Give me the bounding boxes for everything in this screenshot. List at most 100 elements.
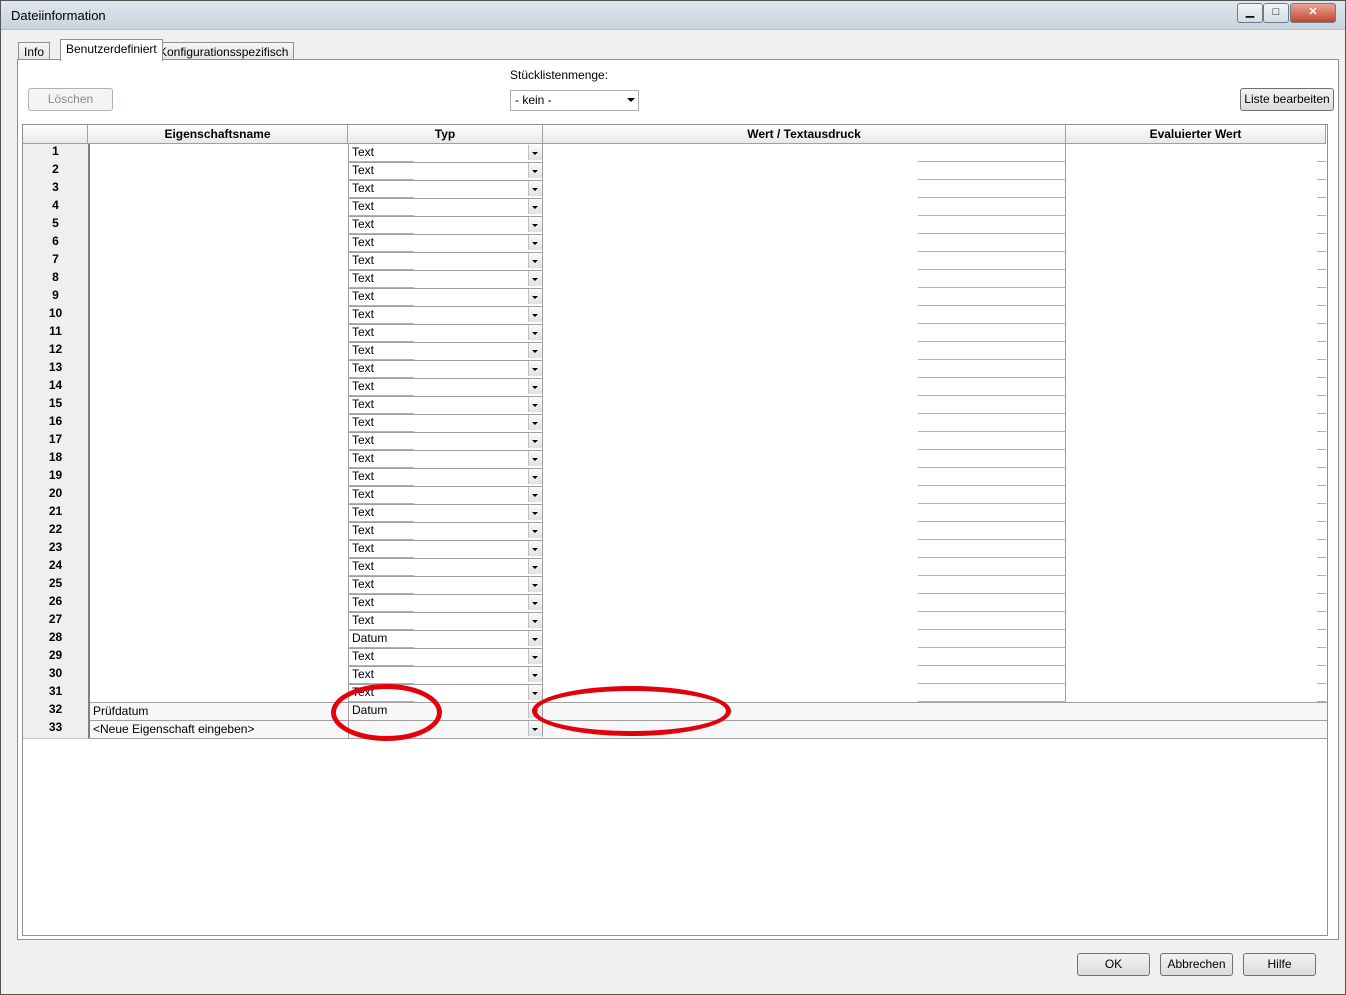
type-select[interactable]: Text	[348, 522, 543, 541]
dropdown-button[interactable]	[528, 631, 542, 646]
row-number[interactable]: 17	[23, 432, 90, 451]
dropdown-button[interactable]	[528, 145, 542, 160]
row-number[interactable]: 22	[23, 522, 90, 541]
value-cell[interactable]	[543, 486, 1066, 504]
row-number[interactable]: 31	[23, 684, 90, 703]
dropdown-button[interactable]	[528, 271, 542, 286]
row-number[interactable]: 23	[23, 540, 90, 559]
type-select[interactable]: Text	[348, 234, 543, 253]
value-cell[interactable]	[543, 144, 1066, 162]
row-number[interactable]: 6	[23, 234, 90, 253]
property-name-cell[interactable]	[90, 504, 414, 522]
dropdown-button[interactable]	[528, 289, 542, 304]
minimize-button[interactable]: ▁	[1237, 3, 1263, 23]
dropdown-button[interactable]	[528, 649, 542, 664]
row-number[interactable]: 18	[23, 450, 90, 469]
property-name-cell[interactable]	[90, 414, 414, 432]
dropdown-button[interactable]	[528, 667, 542, 682]
property-name-cell[interactable]	[90, 180, 414, 198]
type-select[interactable]: Text	[348, 306, 543, 325]
type-select[interactable]: Text	[348, 396, 543, 415]
dropdown-button[interactable]	[528, 469, 542, 484]
type-select[interactable]: Text	[348, 666, 543, 685]
property-name-cell[interactable]	[90, 342, 414, 360]
value-cell[interactable]	[543, 162, 1066, 180]
property-name-cell[interactable]: Prüfdatum	[90, 702, 347, 720]
type-select[interactable]: Text	[348, 414, 543, 433]
dropdown-button[interactable]	[528, 199, 542, 214]
type-select[interactable]: Text	[348, 450, 543, 469]
type-select[interactable]: Text	[348, 144, 543, 163]
property-name-cell[interactable]	[90, 198, 414, 216]
dropdown-button[interactable]	[528, 541, 542, 556]
row-number[interactable]: 7	[23, 252, 90, 271]
dropdown-button[interactable]	[528, 181, 542, 196]
help-button[interactable]: Hilfe	[1243, 953, 1316, 976]
value-cell[interactable]	[543, 576, 1066, 594]
value-cell[interactable]	[543, 180, 1066, 198]
dropdown-button[interactable]	[528, 451, 542, 466]
value-cell[interactable]	[543, 414, 1066, 432]
type-select[interactable]: Text	[348, 612, 543, 631]
row-number[interactable]: 24	[23, 558, 90, 577]
type-select[interactable]: Text	[348, 432, 543, 451]
row-number[interactable]: 8	[23, 270, 90, 289]
dropdown-button[interactable]	[528, 415, 542, 430]
dropdown-button[interactable]	[528, 685, 542, 700]
delete-button[interactable]: Löschen	[28, 88, 113, 111]
property-name-cell[interactable]	[90, 558, 414, 576]
dropdown-button[interactable]	[528, 559, 542, 574]
property-name-cell[interactable]: <Neue Eigenschaft eingeben>	[90, 720, 347, 738]
type-select[interactable]: Text	[348, 288, 543, 307]
value-cell[interactable]	[543, 288, 1066, 306]
dropdown-button[interactable]	[528, 325, 542, 340]
type-select[interactable]: Text	[348, 360, 543, 379]
header-value[interactable]: Wert / Textausdruck	[543, 125, 1066, 144]
ok-button[interactable]: OK	[1077, 953, 1150, 976]
type-select[interactable]: Text	[348, 180, 543, 199]
type-select[interactable]: Text	[348, 216, 543, 235]
value-cell[interactable]	[543, 612, 1066, 630]
dropdown-button[interactable]	[528, 253, 542, 268]
row-number[interactable]: 4	[23, 198, 90, 217]
type-select[interactable]: Text	[348, 558, 543, 577]
row-number[interactable]: 2	[23, 162, 90, 181]
value-cell[interactable]	[543, 252, 1066, 270]
bom-quantity-select[interactable]: - kein -	[510, 90, 639, 111]
value-cell[interactable]	[543, 630, 1066, 648]
value-cell[interactable]	[543, 270, 1066, 288]
property-name-cell[interactable]	[90, 144, 414, 162]
dropdown-button[interactable]	[528, 217, 542, 232]
type-select[interactable]: Text	[348, 468, 543, 487]
row-number[interactable]: 20	[23, 486, 90, 505]
property-name-cell[interactable]	[90, 306, 414, 324]
property-name-cell[interactable]	[90, 288, 414, 306]
row-number[interactable]: 14	[23, 378, 90, 397]
type-select[interactable]: Text	[348, 504, 543, 523]
row-number[interactable]: 21	[23, 504, 90, 523]
value-cell[interactable]	[543, 648, 1066, 666]
type-select[interactable]: Text	[348, 198, 543, 217]
property-name-cell[interactable]	[90, 522, 414, 540]
property-name-cell[interactable]	[90, 612, 414, 630]
row-number[interactable]: 28	[23, 630, 90, 649]
value-cell[interactable]	[543, 558, 1066, 576]
type-select[interactable]: Text	[348, 576, 543, 595]
property-name-cell[interactable]	[90, 360, 414, 378]
property-name-cell[interactable]	[90, 576, 414, 594]
value-cell[interactable]	[543, 378, 1066, 396]
dropdown-button[interactable]	[528, 505, 542, 520]
type-select[interactable]: Datum	[348, 630, 543, 649]
close-button[interactable]: ✕	[1290, 3, 1336, 23]
dropdown-button[interactable]	[528, 595, 542, 610]
value-cell[interactable]	[543, 324, 1066, 342]
row-number[interactable]: 26	[23, 594, 90, 613]
property-name-cell[interactable]	[90, 486, 414, 504]
row-number[interactable]: 1	[23, 144, 90, 163]
row-number[interactable]: 30	[23, 666, 90, 685]
property-name-cell[interactable]	[90, 450, 414, 468]
row-number[interactable]: 11	[23, 324, 90, 343]
row-number[interactable]: 5	[23, 216, 90, 235]
dropdown-button[interactable]	[528, 235, 542, 250]
header-evaluated-value[interactable]: Evaluierter Wert	[1066, 125, 1326, 144]
